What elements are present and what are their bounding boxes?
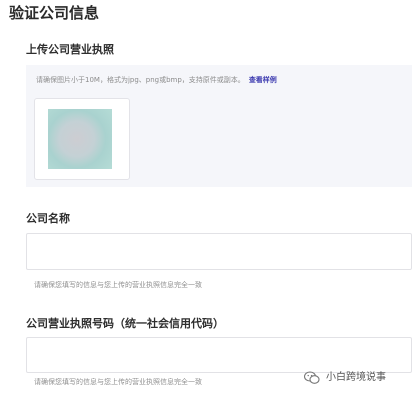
upload-license-label: 上传公司营业执照 — [26, 43, 114, 56]
upload-hint: 请确保图片小于10M，格式为jpg、png或bmp，支持原件或副本。 查看样例 — [36, 75, 277, 85]
company-name-label: 公司名称 — [26, 212, 70, 225]
license-number-hint: 请确保您填写的信息与您上传的营业执照信息完全一致 — [34, 378, 202, 386]
watermark: 小白跨境说事 — [304, 371, 386, 385]
watermark-text: 小白跨境说事 — [326, 372, 386, 383]
wechat-icon — [304, 371, 320, 384]
license-number-label: 公司营业执照号码（统一社会信用代码） — [26, 317, 224, 330]
license-image — [48, 109, 112, 169]
license-thumbnail[interactable] — [34, 98, 130, 180]
upload-panel: 请确保图片小于10M，格式为jpg、png或bmp，支持原件或副本。 查看样例 — [26, 65, 412, 187]
company-name-input[interactable] — [26, 233, 412, 270]
company-name-hint: 请确保您填写的信息与您上传的营业执照信息完全一致 — [34, 281, 202, 289]
upload-hint-text: 请确保图片小于10M，格式为jpg、png或bmp，支持原件或副本。 — [36, 76, 245, 84]
view-example-link[interactable]: 查看样例 — [249, 76, 277, 84]
page-title: 验证公司信息 — [9, 4, 100, 22]
license-number-input[interactable] — [26, 337, 412, 373]
